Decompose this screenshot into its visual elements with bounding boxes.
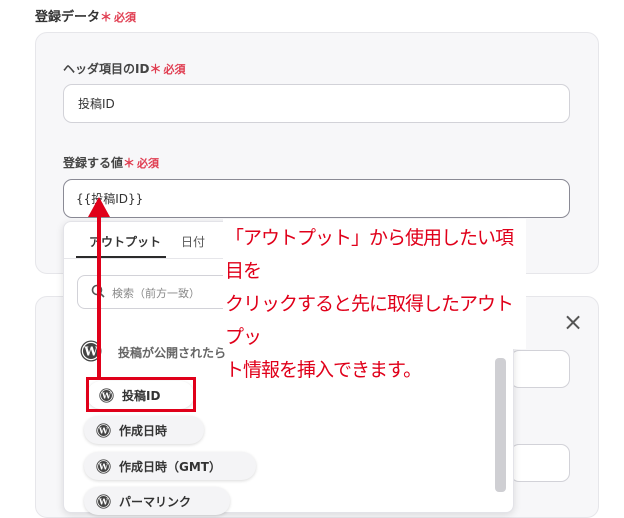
value-input[interactable]: {{投稿ID}}	[63, 179, 570, 218]
chip-permalink[interactable]: W パーマリンク	[84, 487, 230, 515]
value-label-text: 登録する値	[63, 156, 124, 170]
highlight-box	[86, 377, 196, 412]
second-card-input-2[interactable]	[510, 444, 570, 482]
group-label: 投稿が公開されたら	[118, 346, 227, 360]
chip-label: 作成日時	[119, 423, 168, 438]
required-text: 必須	[163, 63, 186, 76]
header-id-value: 投稿ID	[78, 97, 115, 111]
arrow-up-icon	[88, 197, 110, 217]
wordpress-icon: W	[96, 458, 111, 474]
required-star: ＊	[123, 156, 136, 170]
annotation-line: 「アウトプット」から使用したい項目を	[225, 227, 514, 282]
section-label: 登録データ＊ 必須	[35, 6, 136, 25]
required-star: ＊	[100, 10, 113, 24]
chip-created-at-gmt[interactable]: W 作成日時（GMT）	[84, 452, 256, 480]
section-label-text: 登録データ	[35, 10, 101, 25]
svg-text:W: W	[98, 425, 109, 435]
chip-created-at[interactable]: W 作成日時	[84, 416, 204, 444]
arrow-shaft	[97, 213, 101, 379]
required-star: ＊	[149, 62, 162, 76]
svg-text:W: W	[83, 345, 98, 359]
close-icon[interactable]: ×	[563, 310, 583, 334]
header-id-label: ヘッダ項目のID＊ 必須	[63, 60, 185, 77]
wordpress-icon: W	[96, 422, 111, 438]
wordpress-icon: W	[96, 493, 111, 509]
value-label: 登録する値＊ 必須	[63, 154, 159, 171]
search-placeholder: 検索（前方一致）	[112, 287, 200, 300]
header-id-input[interactable]: 投稿ID	[63, 84, 570, 123]
required-text: 必須	[137, 157, 160, 170]
required-text: 必須	[114, 11, 137, 24]
annotation-text: 「アウトプット」から使用したい項目を クリックすると先に取得したアウトプッ ト情…	[225, 222, 525, 387]
chip-label: 作成日時（GMT）	[119, 459, 221, 474]
annotation-line: クリックすると先に取得したアウトプッ	[225, 293, 514, 348]
annotation-line: ト情報を挿入できます。	[225, 359, 422, 381]
svg-text:W: W	[98, 461, 109, 471]
tab-date[interactable]: 日付	[181, 233, 205, 250]
svg-text:W: W	[98, 496, 109, 506]
chip-label: パーマリンク	[119, 494, 192, 509]
header-id-label-text: ヘッダ項目のID	[63, 62, 150, 76]
